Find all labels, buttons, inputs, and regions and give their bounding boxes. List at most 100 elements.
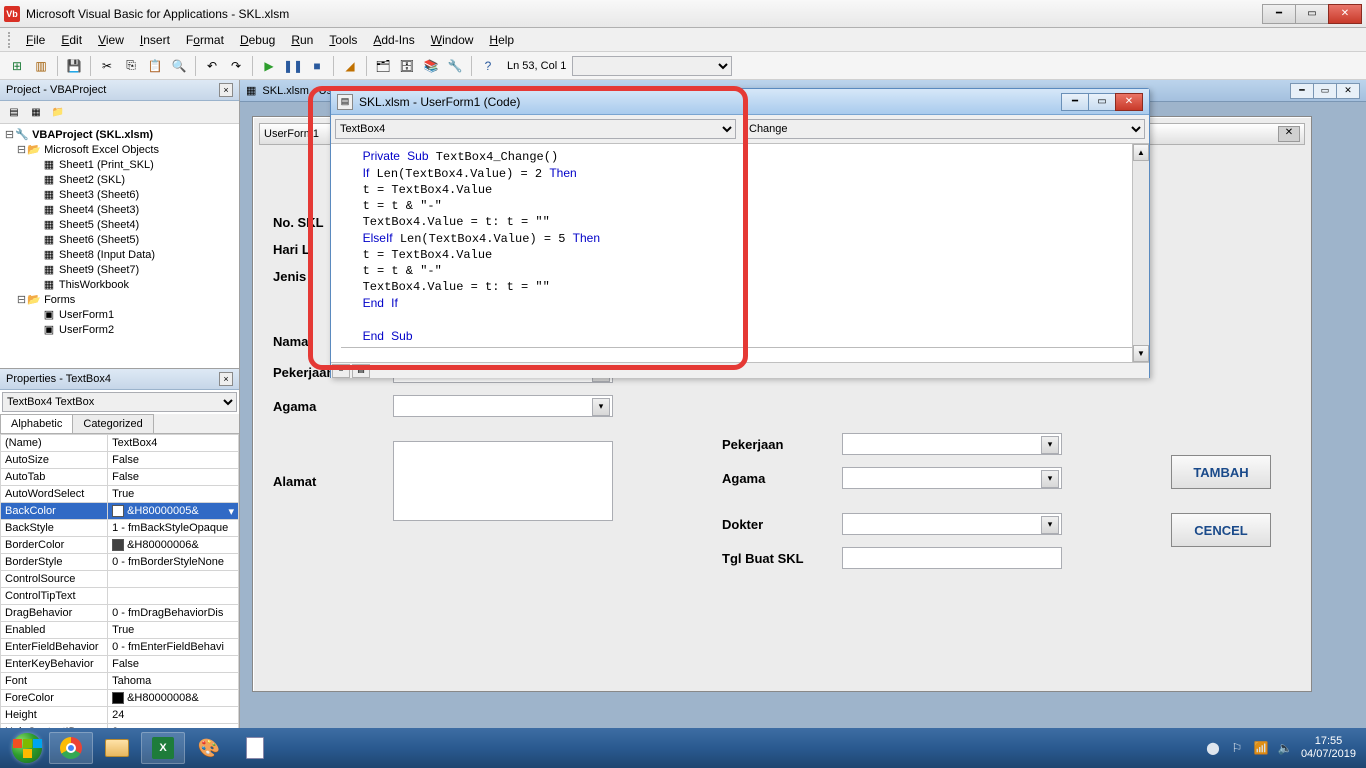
menu-addins[interactable]: Add-Ins (365, 30, 422, 50)
properties-object-selector[interactable]: TextBox4 TextBox (2, 392, 237, 412)
combo-dokter[interactable] (842, 513, 1062, 535)
combo-agama2[interactable] (842, 467, 1062, 489)
undo-button[interactable]: ↶ (201, 55, 223, 77)
tree-sheet[interactable]: ▦ Sheet1 (Print_SKL) (2, 158, 237, 173)
code-minimize[interactable]: ━ (1061, 93, 1089, 111)
design-mode-button[interactable]: ◢ (339, 55, 361, 77)
property-row[interactable]: BackColor&H80000005& ▾ (1, 503, 239, 520)
property-row[interactable]: (Name)TextBox4 (1, 435, 239, 452)
tree-form[interactable]: ▣ UserForm2 (2, 323, 237, 338)
properties-grid[interactable]: (Name)TextBox4AutoSizeFalseAutoTabFalseA… (0, 434, 239, 728)
menu-file[interactable]: File (18, 30, 53, 50)
tray-volume-icon[interactable]: 🔈 (1277, 740, 1293, 756)
tree-sheet[interactable]: ▦ Sheet2 (SKL) (2, 173, 237, 188)
code-scrollbar[interactable]: ▲ ▼ (1132, 144, 1149, 362)
cut-button[interactable]: ✂ (96, 55, 118, 77)
code-close[interactable]: ✕ (1115, 93, 1143, 111)
taskbar-excel[interactable]: X (141, 732, 185, 764)
tray-chrome-icon[interactable]: ⬤ (1205, 740, 1221, 756)
tree-sheet[interactable]: ▦ ThisWorkbook (2, 278, 237, 293)
menu-window[interactable]: Window (423, 30, 482, 50)
property-row[interactable]: BorderStyle0 - fmBorderStyleNone (1, 554, 239, 571)
tray-network-icon[interactable]: 📶 (1253, 740, 1269, 756)
code-editor[interactable]: Private Sub TextBox4_Change() If Len(Tex… (331, 144, 1149, 362)
property-row[interactable]: DragBehavior0 - fmDragBehaviorDis (1, 605, 239, 622)
input-alamat[interactable] (393, 441, 613, 521)
tab-alphabetic[interactable]: Alphabetic (0, 414, 73, 433)
taskbar-chrome[interactable] (49, 732, 93, 764)
menu-tools[interactable]: Tools (321, 30, 365, 50)
copy-button[interactable]: ⎘ (120, 55, 142, 77)
property-row[interactable]: AutoSizeFalse (1, 452, 239, 469)
procedure-selector[interactable] (572, 56, 732, 76)
full-view-button[interactable]: ▤ (352, 364, 370, 378)
paste-button[interactable]: 📋 (144, 55, 166, 77)
tab-categorized[interactable]: Categorized (72, 414, 153, 433)
code-window-titlebar[interactable]: ▤ SKL.xlsm - UserForm1 (Code) ━ ▭ ✕ (331, 89, 1149, 115)
find-button[interactable]: 🔍 (168, 55, 190, 77)
combo-pekerjaan2[interactable] (842, 433, 1062, 455)
property-row[interactable]: AutoWordSelectTrue (1, 486, 239, 503)
tree-sheet[interactable]: ▦ Sheet4 (Sheet3) (2, 203, 237, 218)
help-button[interactable]: ? (477, 55, 499, 77)
break-button[interactable]: ❚❚ (282, 55, 304, 77)
view-excel-button[interactable]: ⊞ (6, 55, 28, 77)
menu-help[interactable]: Help (481, 30, 522, 50)
menu-run[interactable]: Run (283, 30, 321, 50)
view-object-button[interactable]: ▦ (26, 103, 46, 121)
properties-panel-close[interactable]: × (219, 372, 233, 386)
property-row[interactable]: FontTahoma (1, 673, 239, 690)
menu-format[interactable]: Format (178, 30, 232, 50)
property-row[interactable]: BackStyle1 - fmBackStyleOpaque (1, 520, 239, 537)
minimize-button[interactable]: ━ (1262, 4, 1296, 24)
menu-insert[interactable]: Insert (132, 30, 178, 50)
menu-edit[interactable]: Edit (53, 30, 90, 50)
property-row[interactable]: ControlTipText (1, 588, 239, 605)
save-button[interactable]: 💾 (63, 55, 85, 77)
tree-sheet[interactable]: ▦ Sheet5 (Sheet4) (2, 218, 237, 233)
property-row[interactable]: EnabledTrue (1, 622, 239, 639)
property-row[interactable]: EnterKeyBehaviorFalse (1, 656, 239, 673)
cencel-button[interactable]: CENCEL (1171, 513, 1271, 547)
tray-action-center-icon[interactable]: ⚐ (1229, 740, 1245, 756)
start-button[interactable] (6, 732, 48, 764)
taskbar-paint[interactable]: 🎨 (187, 732, 231, 764)
procedure-view-button[interactable]: ≡ (332, 364, 350, 378)
reset-button[interactable]: ■ (306, 55, 328, 77)
project-explorer-button[interactable]: 🗂 (372, 55, 394, 77)
tree-sheet[interactable]: ▦ Sheet3 (Sheet6) (2, 188, 237, 203)
code-object-dropdown[interactable]: TextBox4 (335, 119, 736, 139)
menu-debug[interactable]: Debug (232, 30, 283, 50)
insert-userform-button[interactable]: ▥ (30, 55, 52, 77)
system-clock[interactable]: 17:55 04/07/2019 (1301, 735, 1356, 761)
toggle-folders-button[interactable]: 📁 (48, 103, 68, 121)
properties-window-button[interactable]: 🗄 (396, 55, 418, 77)
tree-sheet[interactable]: ▦ Sheet6 (Sheet5) (2, 233, 237, 248)
close-button[interactable]: ✕ (1328, 4, 1362, 24)
property-row[interactable]: ForeColor&H80000008& (1, 690, 239, 707)
run-button[interactable]: ▶ (258, 55, 280, 77)
property-row[interactable]: ControlSource (1, 571, 239, 588)
property-row[interactable]: Height24 (1, 707, 239, 724)
taskbar-explorer[interactable] (95, 732, 139, 764)
toolbox-button[interactable]: 🔧 (444, 55, 466, 77)
object-browser-button[interactable]: 📚 (420, 55, 442, 77)
tree-sheet[interactable]: ▦ Sheet8 (Input Data) (2, 248, 237, 263)
maximize-button[interactable]: ▭ (1295, 4, 1329, 24)
taskbar-notepad[interactable] (233, 732, 277, 764)
mdi-close[interactable]: ✕ (1336, 83, 1360, 99)
tree-sheet[interactable]: ▦ Sheet9 (Sheet7) (2, 263, 237, 278)
combo-agama[interactable] (393, 395, 613, 417)
mdi-restore[interactable]: ▭ (1313, 83, 1337, 99)
code-window[interactable]: ▤ SKL.xlsm - UserForm1 (Code) ━ ▭ ✕ Text… (330, 88, 1150, 378)
view-code-button[interactable]: ▤ (4, 103, 24, 121)
tambah-button[interactable]: TAMBAH (1171, 455, 1271, 489)
project-tree[interactable]: ⊟🔧 VBAProject (SKL.xlsm) ⊟📂 Microsoft Ex… (0, 124, 239, 368)
property-row[interactable]: EnterFieldBehavior0 - fmEnterFieldBehavi (1, 639, 239, 656)
code-procedure-dropdown[interactable]: Change (744, 119, 1145, 139)
project-panel-close[interactable]: × (219, 83, 233, 97)
redo-button[interactable]: ↷ (225, 55, 247, 77)
mdi-minimize[interactable]: ━ (1290, 83, 1314, 99)
property-row[interactable]: AutoTabFalse (1, 469, 239, 486)
code-maximize[interactable]: ▭ (1088, 93, 1116, 111)
